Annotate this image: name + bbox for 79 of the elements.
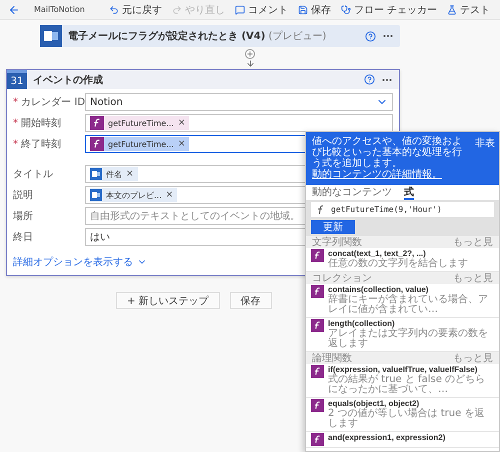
- trigger-title: 電子メールにフラグが設定されたとき (V4) (プレビュー): [68, 29, 328, 43]
- function-description: アレイまたは文字列内の要素の数を返します: [328, 328, 489, 350]
- token-label: 件名: [106, 168, 122, 180]
- function-icon: [311, 398, 324, 412]
- section-title: 文字列関数: [312, 236, 362, 249]
- function-icon: [311, 432, 324, 446]
- comment-button[interactable]: コメント: [232, 2, 290, 16]
- mail-app-icon: [40, 25, 62, 47]
- field-label: * 終了時刻: [13, 138, 62, 151]
- field-label: * カレンダー ID: [13, 96, 85, 109]
- save-button[interactable]: 保存: [230, 292, 272, 309]
- undo-icon: [108, 4, 119, 14]
- remove-token-button[interactable]: ×: [166, 190, 174, 200]
- field-label: 終日: [13, 231, 34, 244]
- remove-token-button[interactable]: ×: [126, 169, 134, 179]
- update-button[interactable]: 更新: [311, 220, 355, 234]
- section-title: 論理関数: [312, 352, 352, 364]
- help-icon[interactable]: [364, 74, 375, 85]
- checker-icon: [340, 4, 351, 14]
- function-item[interactable]: equals(object1, object2) 2 つの値が等しい場合は true を返します: [306, 398, 499, 432]
- function-icon: [316, 204, 325, 214]
- panel-tab[interactable]: 動的なコンテンツ: [312, 186, 392, 200]
- field-label: 説明: [13, 188, 34, 202]
- token-label: getFutureTime...: [108, 118, 174, 128]
- token-field[interactable]: getFutureTime... ×: [85, 114, 393, 132]
- function-icon: [311, 364, 324, 378]
- help-icon[interactable]: [365, 30, 376, 42]
- function-item[interactable]: if(expression, valueIfTrue, valueIfFalse) 式の結果が true と false のどちらになったかに基づいて、…: [306, 364, 499, 398]
- save-button[interactable]: 保存: [296, 2, 333, 16]
- expression-field[interactable]: getFutureTime(9,'Hour'): [311, 202, 494, 217]
- flow-checker-button[interactable]: フロー チェッカー: [338, 2, 439, 16]
- field-label: * 開始時刻: [13, 116, 62, 130]
- back-icon[interactable]: [8, 4, 20, 16]
- field-label: 場所: [13, 210, 34, 223]
- function-description: 辞書にキーが含まれている場合、アレイに値が含まれてい…: [328, 294, 489, 316]
- function-item[interactable]: contains(collection, value) 辞書にキーが含まれている場合、アレイに値が含まれてい…: [306, 284, 499, 318]
- flow-name: MailToNotion: [34, 5, 86, 14]
- undo-button[interactable]: 元に戻す: [106, 2, 164, 16]
- save-icon: [298, 4, 308, 14]
- redo-icon: [172, 4, 182, 14]
- trigger-card[interactable]: 電子メールにフラグが設定されたとき (V4) (プレビュー): [40, 25, 400, 47]
- token-label: 本文のプレビ...: [106, 190, 162, 200]
- section-title: コレクション: [312, 272, 372, 284]
- mail-icon: [90, 189, 102, 201]
- function-icon: [90, 116, 104, 130]
- card-title: イベントの作成: [33, 74, 104, 86]
- function-name: concat(text_1, text_2?, ...): [328, 249, 427, 258]
- function-name: contains(collection, value): [328, 284, 430, 294]
- token-chip[interactable]: getFutureTime... ×: [90, 116, 190, 130]
- function-icon: [311, 284, 324, 298]
- function-description: 式の結果が true と false のどちらになったかに基づいて、…: [328, 374, 486, 396]
- mail-icon: [90, 168, 102, 180]
- function-name: length(collection): [328, 318, 395, 328]
- hide-link[interactable]: 非表: [475, 136, 495, 180]
- advanced-options-link[interactable]: 詳細オプションを表示する: [13, 255, 147, 269]
- calendar-dropdown[interactable]: Notion: [85, 93, 393, 111]
- remove-token-button[interactable]: ×: [178, 139, 186, 149]
- function-name: and(expression1, expression2): [328, 432, 446, 442]
- test-icon: [447, 4, 457, 14]
- field-label: タイトル: [13, 168, 54, 181]
- add-step-icon[interactable]: [245, 48, 255, 58]
- token-label: getFutureTime...: [108, 140, 174, 148]
- function-description: 任意の数の文字列を結合します: [328, 259, 469, 270]
- function-icon: [90, 137, 104, 151]
- function-name: if(expression, valueIfTrue, valueIfFalse): [328, 364, 478, 374]
- function-name: equals(object1, object2): [328, 398, 420, 408]
- remove-token-button[interactable]: ×: [178, 118, 186, 128]
- arrow-icon: [246, 58, 254, 68]
- function-icon: [311, 249, 324, 262]
- token-chip[interactable]: getFutureTime... ×: [90, 137, 190, 151]
- new-step-button[interactable]: + 新しいステップ: [116, 292, 220, 309]
- test-button[interactable]: テスト: [445, 2, 492, 16]
- calendar-icon: 31: [7, 70, 27, 89]
- comment-icon: [234, 4, 245, 14]
- function-icon: [311, 318, 324, 332]
- token-chip[interactable]: 本文のプレビ... ×: [90, 188, 178, 202]
- token-chip[interactable]: 件名 ×: [90, 167, 138, 181]
- function-description: 2 つの値が等しい場合は true を返します: [328, 408, 486, 430]
- function-item[interactable]: and(expression1, expression2): [306, 432, 499, 448]
